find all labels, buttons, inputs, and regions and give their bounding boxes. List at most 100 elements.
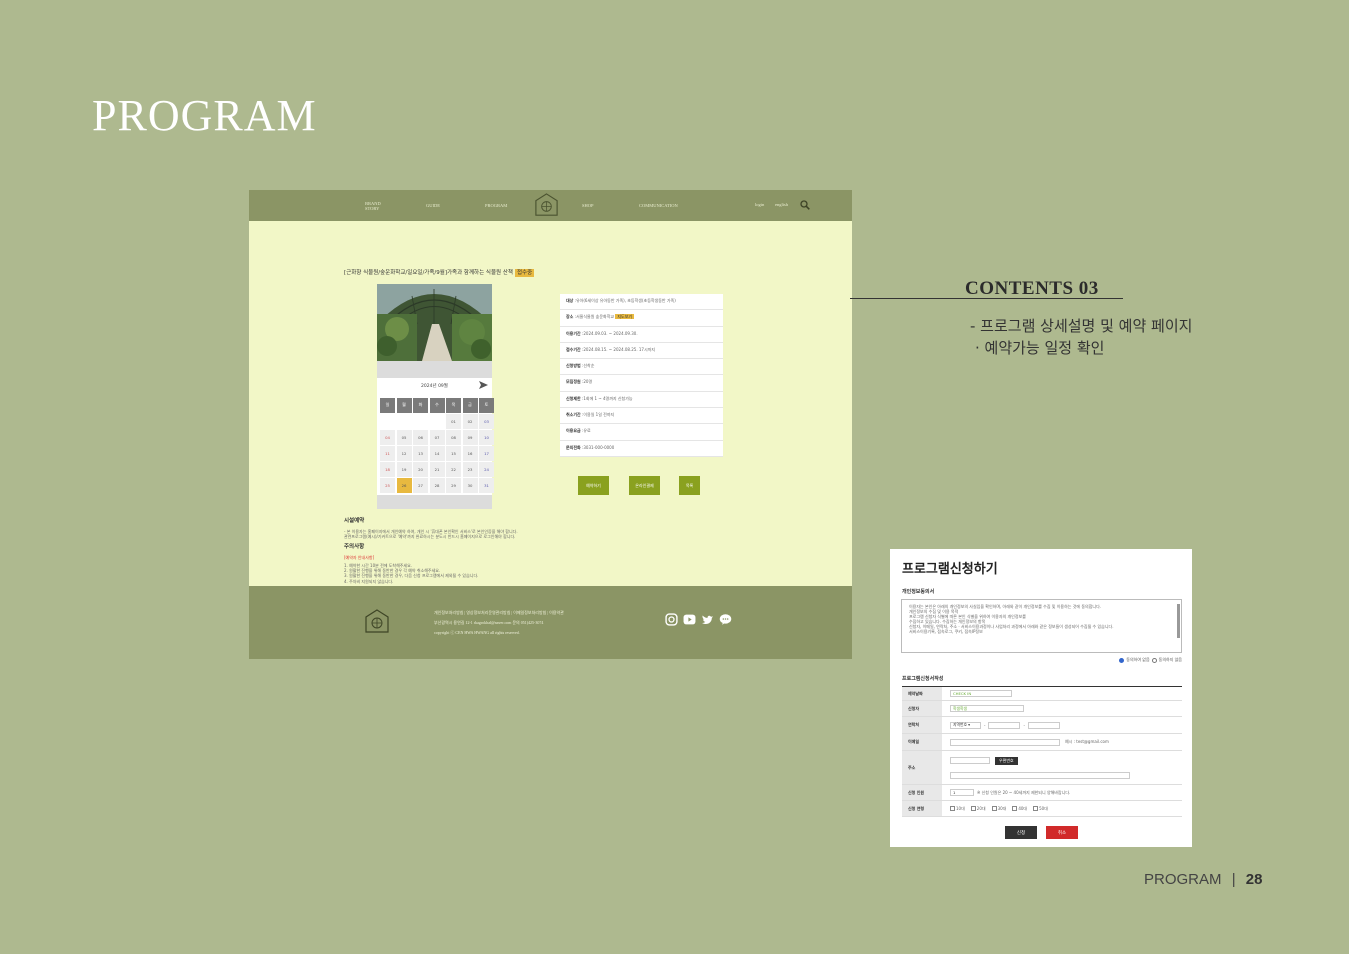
age-checkbox[interactable]: 30대 — [991, 806, 1006, 812]
map-link[interactable]: 지도보기 — [615, 314, 635, 320]
disagree-radio[interactable] — [1151, 657, 1157, 663]
footer-copyright: copyright ⓒ CEN HWA HWANG all rights res… — [434, 630, 520, 635]
calendar-day[interactable]: 29 — [446, 478, 461, 493]
privacy-text-box[interactable]: 이용자는 본인은 아래의 개인정보의 사실임을 확인하며, 아래와 같이 개인정… — [901, 599, 1182, 653]
cancel-button[interactable]: 취소 — [1046, 826, 1078, 839]
calendar-weekday: 수 — [429, 398, 445, 413]
calendar-day[interactable]: 28 — [429, 478, 445, 493]
calendar-day[interactable]: 18 — [380, 462, 395, 477]
calendar-day[interactable]: 09 — [462, 430, 478, 445]
footer-label: PROGRAM — [1144, 871, 1222, 888]
area-code-select[interactable]: 지역번호 ▾ — [950, 721, 981, 729]
count-input[interactable]: 1 — [950, 789, 974, 796]
zipcode-button[interactable]: 우편번호 — [995, 756, 1018, 765]
nav-shop[interactable]: SHOP — [582, 203, 594, 208]
calendar-day[interactable]: 31 — [479, 478, 494, 493]
nav-english[interactable]: english — [775, 202, 788, 207]
agree-radio-group: 동의하여 없음 동의하지 않음 — [1119, 657, 1182, 663]
agree-radio[interactable] — [1119, 657, 1125, 663]
age-checkbox[interactable]: 10대 — [950, 806, 965, 812]
nav-brand-story[interactable]: BRAND STORY — [365, 201, 387, 211]
footer-logo-icon — [365, 609, 389, 633]
calendar-day[interactable]: 03 — [479, 414, 494, 429]
calendar-day[interactable]: 05 — [396, 430, 412, 445]
nav-communication[interactable]: COMMUNICATION — [639, 203, 678, 208]
calendar-day[interactable]: 24 — [479, 462, 494, 477]
form-title: 프로그램신청하기 — [902, 562, 998, 577]
calendar-day[interactable]: 13 — [413, 446, 428, 461]
phone-last-input[interactable] — [1027, 721, 1060, 729]
age-checkbox[interactable]: 50대 — [1033, 806, 1048, 812]
calendar-day[interactable]: 20 — [413, 462, 428, 477]
phone-middle-input[interactable] — [988, 721, 1021, 729]
calendar-day[interactable]: 12 — [396, 446, 412, 461]
calendar-empty-cell — [380, 414, 395, 429]
nav-login[interactable]: login — [755, 202, 764, 207]
calendar-weekday: 금 — [462, 398, 478, 413]
name-input[interactable]: 학생학생 — [950, 705, 1024, 712]
address-label: 주소 — [902, 751, 942, 784]
reserve-button[interactable]: 예약하기 — [578, 476, 609, 495]
instagram-icon[interactable] — [665, 613, 678, 626]
info-row: 접수기간 :2024.08.15. ~ 2024.08.25. 17시까지 — [560, 343, 723, 360]
youtube-icon[interactable] — [683, 613, 696, 626]
email-input[interactable] — [950, 738, 1060, 746]
list-button[interactable]: 목록 — [679, 476, 700, 495]
twitter-icon[interactable] — [701, 613, 714, 626]
nav-program[interactable]: PROGRAM — [485, 203, 507, 208]
next-month-arrow-icon[interactable] — [479, 381, 488, 389]
site-logo-icon[interactable] — [532, 192, 561, 219]
zipcode-input[interactable] — [950, 756, 990, 764]
caution-heading: 주의사항 — [344, 543, 365, 550]
calendar-day[interactable]: 19 — [396, 462, 412, 477]
nav-guide[interactable]: GUIDE — [426, 203, 440, 208]
calendar-day[interactable]: 10 — [479, 430, 494, 445]
age-checkbox[interactable]: 40대 — [1012, 806, 1027, 812]
calendar-day[interactable]: 11 — [380, 446, 395, 461]
calendar-day[interactable]: 17 — [479, 446, 494, 461]
calendar-day[interactable]: 04 — [380, 430, 395, 445]
search-icon[interactable] — [800, 200, 810, 210]
kakao-talk-icon[interactable] — [719, 613, 732, 626]
calendar-day[interactable]: 15 — [446, 446, 461, 461]
calendar-day[interactable]: 22 — [446, 462, 461, 477]
website-mockup: BRAND STORY GUIDE PROGRAM SHOP COMMUNICA… — [249, 190, 852, 659]
footer-links[interactable]: 개인정보처리방침 | 영상정보처리운영관리방침 | 이메일정보처리방침 | 이용… — [434, 608, 564, 618]
calendar-weekday: 월 — [396, 398, 412, 413]
info-label: 이용요금 — [566, 428, 581, 434]
calendar-day[interactable]: 16 — [462, 446, 478, 461]
form-section-label: 프로그램신청서작성 — [902, 676, 944, 682]
age-checkbox[interactable]: 20대 — [970, 806, 986, 812]
calendar-day[interactable]: 06 — [413, 430, 428, 445]
calendar-day[interactable]: 30 — [462, 478, 478, 493]
calendar-day[interactable]: 01 — [446, 414, 461, 429]
calendar-empty-cell — [430, 414, 445, 429]
apply-button[interactable]: 신청 — [1005, 826, 1037, 839]
info-value: :선착순 — [582, 363, 595, 369]
date-input[interactable]: CHECK IN — [950, 690, 1012, 697]
online-payment-button[interactable]: 온라인결제 — [629, 476, 660, 495]
calendar-day[interactable]: 08 — [446, 430, 461, 445]
calendar-weekday: 화 — [413, 398, 428, 413]
site-nav: BRAND STORY GUIDE PROGRAM SHOP COMMUNICA… — [249, 190, 852, 221]
calendar-day[interactable]: 07 — [429, 430, 445, 445]
calendar-day[interactable]: 14 — [429, 446, 445, 461]
calendar-day[interactable]: 26 — [396, 478, 412, 493]
info-value: :유료 — [582, 428, 591, 434]
calendar-day[interactable]: 02 — [462, 414, 478, 429]
info-row: 신청제한 :1회에 1 ~ 4명까지 신청가능 — [560, 392, 723, 409]
page-footer: PROGRAM | 28 — [1144, 871, 1263, 888]
agree-radio-label: 동의하여 없음 — [1126, 657, 1150, 662]
info-value: :서울식물원 숲운화학교 — [574, 314, 615, 320]
address-input[interactable] — [950, 771, 1130, 779]
privacy-scrollbar[interactable] — [1177, 604, 1180, 638]
calendar-grid: 일 월 화 수 목 금 토 01 02 03 04 05 06 07 08 09 10 11 12 13 14 15 16 1… — [380, 398, 494, 493]
info-label: 취소기간 — [566, 412, 581, 418]
calendar-day[interactable]: 21 — [429, 462, 445, 477]
info-label: 이용기간 — [566, 330, 581, 336]
calendar-day[interactable]: 23 — [462, 462, 478, 477]
calendar-day[interactable]: 25 — [380, 478, 395, 493]
calendar-day[interactable]: 27 — [413, 478, 428, 493]
info-value: :2024.08.15. ~ 2024.08.25. 17시까지 — [582, 346, 656, 352]
greenhouse-photo — [377, 284, 492, 361]
